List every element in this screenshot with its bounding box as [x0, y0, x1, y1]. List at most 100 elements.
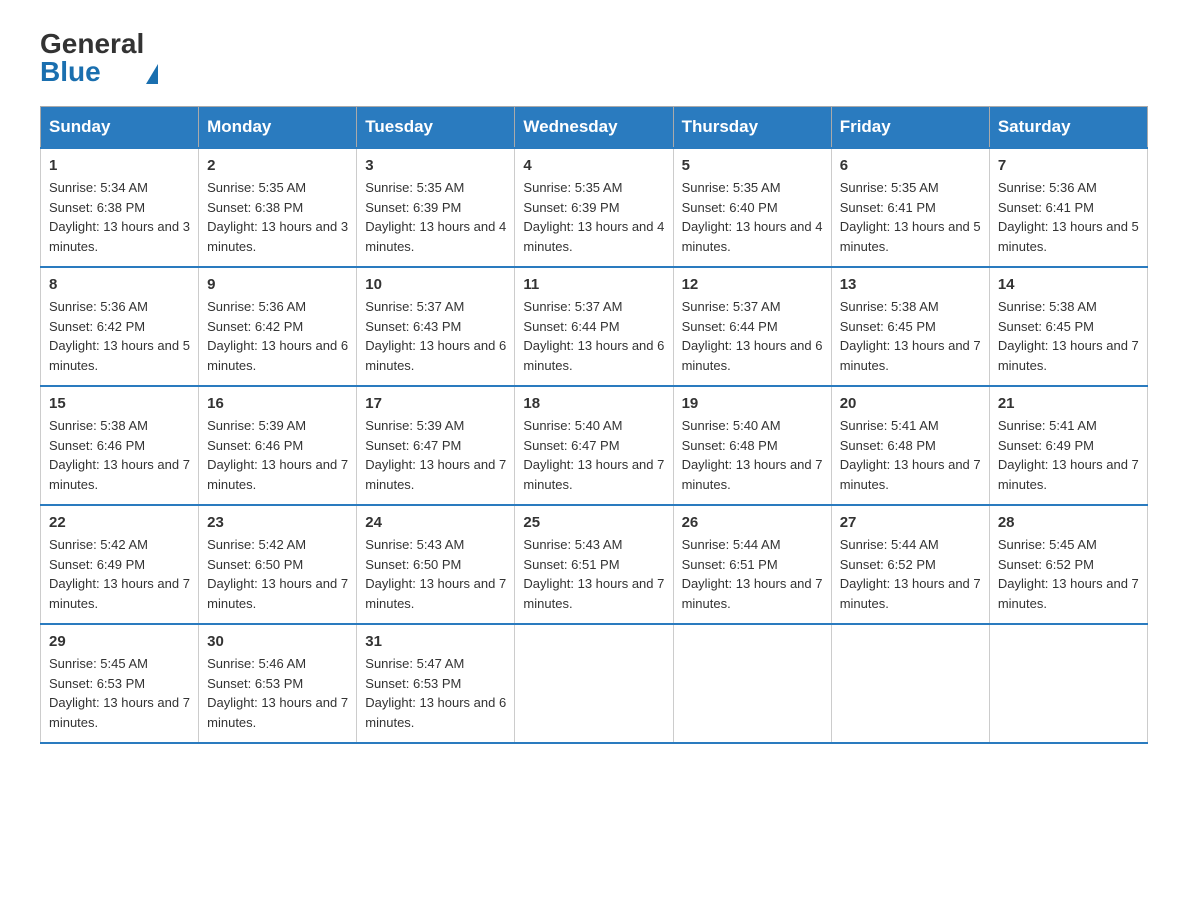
sunrise-label: Sunrise: 5:37 AM: [682, 299, 781, 314]
day-info: Sunrise: 5:37 AM Sunset: 6:44 PM Dayligh…: [682, 297, 823, 375]
sunset-label: Sunset: 6:45 PM: [840, 319, 936, 334]
sunrise-label: Sunrise: 5:35 AM: [365, 180, 464, 195]
sunset-label: Sunset: 6:53 PM: [207, 676, 303, 691]
sunrise-label: Sunrise: 5:39 AM: [207, 418, 306, 433]
calendar-cell: 2 Sunrise: 5:35 AM Sunset: 6:38 PM Dayli…: [199, 148, 357, 267]
sunrise-label: Sunrise: 5:40 AM: [523, 418, 622, 433]
sunset-label: Sunset: 6:45 PM: [998, 319, 1094, 334]
sunset-label: Sunset: 6:46 PM: [49, 438, 145, 453]
day-info: Sunrise: 5:40 AM Sunset: 6:47 PM Dayligh…: [523, 416, 664, 494]
day-info: Sunrise: 5:39 AM Sunset: 6:46 PM Dayligh…: [207, 416, 348, 494]
sunset-label: Sunset: 6:42 PM: [207, 319, 303, 334]
calendar-cell: 29 Sunrise: 5:45 AM Sunset: 6:53 PM Dayl…: [41, 624, 199, 743]
daylight-label: Daylight: 13 hours and 4 minutes.: [682, 219, 823, 254]
day-number: 2: [207, 157, 348, 174]
calendar-cell: 4 Sunrise: 5:35 AM Sunset: 6:39 PM Dayli…: [515, 148, 673, 267]
day-number: 1: [49, 157, 190, 174]
day-info: Sunrise: 5:37 AM Sunset: 6:44 PM Dayligh…: [523, 297, 664, 375]
day-info: Sunrise: 5:37 AM Sunset: 6:43 PM Dayligh…: [365, 297, 506, 375]
day-info: Sunrise: 5:36 AM Sunset: 6:42 PM Dayligh…: [207, 297, 348, 375]
daylight-label: Daylight: 13 hours and 7 minutes.: [998, 338, 1139, 373]
calendar-cell: 17 Sunrise: 5:39 AM Sunset: 6:47 PM Dayl…: [357, 386, 515, 505]
day-number: 30: [207, 633, 348, 650]
calendar-week-1: 1 Sunrise: 5:34 AM Sunset: 6:38 PM Dayli…: [41, 148, 1148, 267]
calendar-cell: [831, 624, 989, 743]
calendar-cell: 8 Sunrise: 5:36 AM Sunset: 6:42 PM Dayli…: [41, 267, 199, 386]
day-number: 22: [49, 514, 190, 531]
sunrise-label: Sunrise: 5:36 AM: [49, 299, 148, 314]
day-info: Sunrise: 5:40 AM Sunset: 6:48 PM Dayligh…: [682, 416, 823, 494]
day-info: Sunrise: 5:38 AM Sunset: 6:46 PM Dayligh…: [49, 416, 190, 494]
sunrise-label: Sunrise: 5:38 AM: [49, 418, 148, 433]
calendar-cell: 6 Sunrise: 5:35 AM Sunset: 6:41 PM Dayli…: [831, 148, 989, 267]
day-number: 8: [49, 276, 190, 293]
day-info: Sunrise: 5:38 AM Sunset: 6:45 PM Dayligh…: [840, 297, 981, 375]
day-info: Sunrise: 5:44 AM Sunset: 6:51 PM Dayligh…: [682, 535, 823, 613]
sunset-label: Sunset: 6:44 PM: [682, 319, 778, 334]
calendar-cell: 3 Sunrise: 5:35 AM Sunset: 6:39 PM Dayli…: [357, 148, 515, 267]
logo-text: General Blue: [40, 30, 144, 86]
sunrise-label: Sunrise: 5:35 AM: [523, 180, 622, 195]
calendar-header-sunday: Sunday: [41, 107, 199, 149]
day-number: 14: [998, 276, 1139, 293]
day-number: 29: [49, 633, 190, 650]
daylight-label: Daylight: 13 hours and 7 minutes.: [365, 457, 506, 492]
calendar-cell: 5 Sunrise: 5:35 AM Sunset: 6:40 PM Dayli…: [673, 148, 831, 267]
day-number: 31: [365, 633, 506, 650]
sunset-label: Sunset: 6:47 PM: [365, 438, 461, 453]
day-number: 15: [49, 395, 190, 412]
calendar-cell: 11 Sunrise: 5:37 AM Sunset: 6:44 PM Dayl…: [515, 267, 673, 386]
daylight-label: Daylight: 13 hours and 4 minutes.: [365, 219, 506, 254]
calendar-cell: 14 Sunrise: 5:38 AM Sunset: 6:45 PM Dayl…: [989, 267, 1147, 386]
day-number: 28: [998, 514, 1139, 531]
daylight-label: Daylight: 13 hours and 7 minutes.: [840, 338, 981, 373]
calendar-cell: 28 Sunrise: 5:45 AM Sunset: 6:52 PM Dayl…: [989, 505, 1147, 624]
calendar-header-monday: Monday: [199, 107, 357, 149]
sunrise-label: Sunrise: 5:37 AM: [523, 299, 622, 314]
sunrise-label: Sunrise: 5:37 AM: [365, 299, 464, 314]
calendar-cell: 23 Sunrise: 5:42 AM Sunset: 6:50 PM Dayl…: [199, 505, 357, 624]
sunrise-label: Sunrise: 5:38 AM: [998, 299, 1097, 314]
daylight-label: Daylight: 13 hours and 5 minutes.: [49, 338, 190, 373]
sunrise-label: Sunrise: 5:39 AM: [365, 418, 464, 433]
logo-triangle-icon: [146, 64, 158, 84]
daylight-label: Daylight: 13 hours and 6 minutes.: [682, 338, 823, 373]
daylight-label: Daylight: 13 hours and 7 minutes.: [49, 457, 190, 492]
sunrise-label: Sunrise: 5:41 AM: [998, 418, 1097, 433]
daylight-label: Daylight: 13 hours and 7 minutes.: [998, 576, 1139, 611]
sunrise-label: Sunrise: 5:47 AM: [365, 656, 464, 671]
calendar-cell: [673, 624, 831, 743]
sunrise-label: Sunrise: 5:43 AM: [523, 537, 622, 552]
page-header: General Blue: [40, 30, 1148, 86]
sunrise-label: Sunrise: 5:35 AM: [682, 180, 781, 195]
sunrise-label: Sunrise: 5:44 AM: [840, 537, 939, 552]
sunrise-label: Sunrise: 5:42 AM: [207, 537, 306, 552]
day-info: Sunrise: 5:41 AM Sunset: 6:49 PM Dayligh…: [998, 416, 1139, 494]
day-number: 27: [840, 514, 981, 531]
calendar-header-saturday: Saturday: [989, 107, 1147, 149]
daylight-label: Daylight: 13 hours and 7 minutes.: [840, 457, 981, 492]
calendar-cell: 10 Sunrise: 5:37 AM Sunset: 6:43 PM Dayl…: [357, 267, 515, 386]
daylight-label: Daylight: 13 hours and 7 minutes.: [523, 457, 664, 492]
daylight-label: Daylight: 13 hours and 6 minutes.: [365, 695, 506, 730]
calendar-cell: 30 Sunrise: 5:46 AM Sunset: 6:53 PM Dayl…: [199, 624, 357, 743]
sunrise-label: Sunrise: 5:40 AM: [682, 418, 781, 433]
day-info: Sunrise: 5:35 AM Sunset: 6:38 PM Dayligh…: [207, 178, 348, 256]
sunset-label: Sunset: 6:49 PM: [49, 557, 145, 572]
calendar-week-5: 29 Sunrise: 5:45 AM Sunset: 6:53 PM Dayl…: [41, 624, 1148, 743]
calendar-week-3: 15 Sunrise: 5:38 AM Sunset: 6:46 PM Dayl…: [41, 386, 1148, 505]
daylight-label: Daylight: 13 hours and 7 minutes.: [840, 576, 981, 611]
daylight-label: Daylight: 13 hours and 7 minutes.: [682, 576, 823, 611]
sunset-label: Sunset: 6:52 PM: [840, 557, 936, 572]
calendar-cell: 27 Sunrise: 5:44 AM Sunset: 6:52 PM Dayl…: [831, 505, 989, 624]
day-number: 12: [682, 276, 823, 293]
sunrise-label: Sunrise: 5:35 AM: [207, 180, 306, 195]
calendar-header-thursday: Thursday: [673, 107, 831, 149]
day-number: 17: [365, 395, 506, 412]
daylight-label: Daylight: 13 hours and 7 minutes.: [523, 576, 664, 611]
sunset-label: Sunset: 6:40 PM: [682, 200, 778, 215]
day-info: Sunrise: 5:39 AM Sunset: 6:47 PM Dayligh…: [365, 416, 506, 494]
sunrise-label: Sunrise: 5:45 AM: [49, 656, 148, 671]
sunset-label: Sunset: 6:51 PM: [682, 557, 778, 572]
daylight-label: Daylight: 13 hours and 7 minutes.: [207, 576, 348, 611]
